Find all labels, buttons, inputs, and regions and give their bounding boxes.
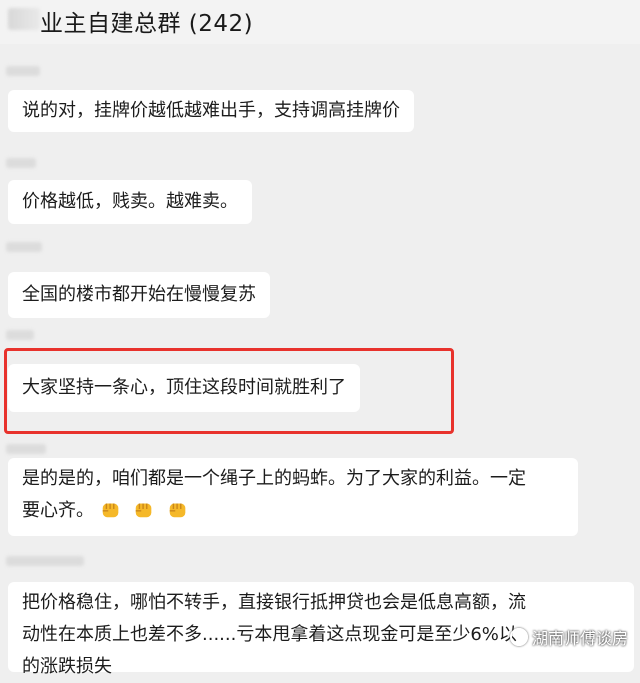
blurred-group-avatar	[8, 8, 40, 30]
blurred-sender-name	[6, 330, 34, 340]
group-title[interactable]: 业主自建总群 (242)	[40, 4, 253, 38]
message-bubble[interactable]: 全国的楼市都开始在慢慢复苏	[8, 272, 270, 318]
watermark: 湖南师傅谈房	[509, 625, 628, 649]
blurred-sender-name	[6, 66, 40, 76]
message-text-line: 的涨跌损失	[22, 656, 112, 677]
red-highlight-box	[4, 348, 454, 434]
message-text-line: 是的是的，咱们都是一个绳子上的蚂蚱。为了大家的利益。一定	[22, 468, 526, 489]
fist-emoji-icon	[169, 503, 186, 518]
blurred-sender-name	[6, 158, 36, 168]
blurred-sender-name	[6, 444, 46, 454]
message-bubble[interactable]: 说的对，挂牌价越低越难出手，支持调高挂牌价	[8, 90, 414, 132]
message-bubble[interactable]: 是的是的，咱们都是一个绳子上的蚂蚱。为了大家的利益。一定 要心齐。	[8, 458, 578, 536]
message-text: 全国的楼市都开始在慢慢复苏	[22, 284, 256, 305]
fist-emoji-icon	[136, 503, 152, 518]
fist-emoji-icon	[102, 503, 119, 518]
message-bubble[interactable]: 价格越低，贱卖。越难卖。	[8, 180, 252, 224]
message-text: 价格越低，贱卖。越难卖。	[22, 191, 238, 212]
message-text-line: 要心齐。	[22, 495, 564, 527]
weibo-logo-icon	[509, 628, 528, 646]
blurred-sender-name	[6, 556, 84, 566]
chat-header: 业主自建总群 (242)	[0, 0, 640, 44]
watermark-text: 湖南师傅谈房	[531, 629, 628, 648]
message-text-line: 把价格稳住，哪怕不转手，直接银行抵押贷也会是低息高额，流	[22, 592, 526, 613]
message-text-fragment: 要心齐。	[22, 500, 94, 521]
blurred-sender-name	[6, 242, 42, 252]
message-text: 说的对，挂牌价越低越难出手，支持调高挂牌价	[22, 100, 400, 121]
